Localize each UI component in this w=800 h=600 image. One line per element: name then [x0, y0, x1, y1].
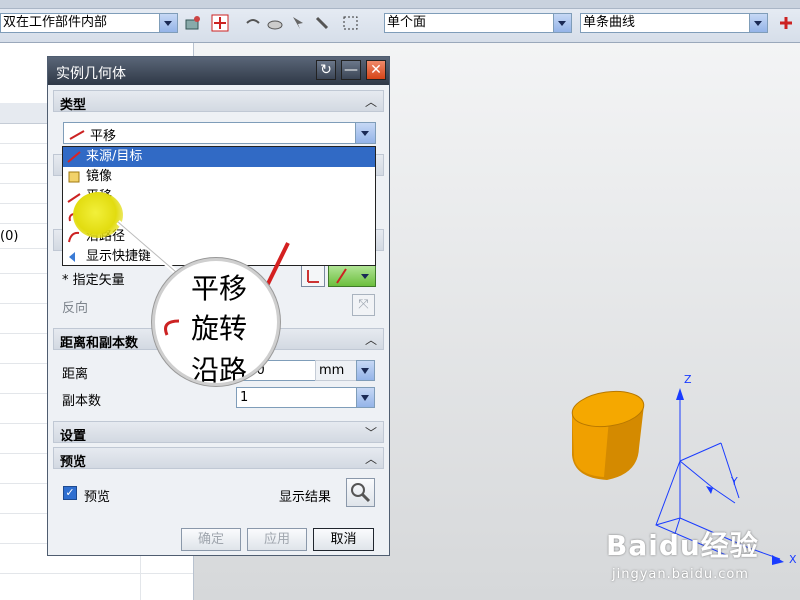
z-axis-label: Z: [684, 373, 692, 386]
x-axis-arrow: [772, 555, 784, 565]
section-preview-label: 预览: [60, 455, 87, 470]
list-item-label: 显示快捷键: [86, 249, 152, 264]
grid-row: [0, 573, 193, 574]
mirror-icon: [68, 171, 80, 183]
select-arrow-icon[interactable]: [290, 14, 308, 32]
cancel-button[interactable]: 取消: [313, 528, 374, 551]
chevron-down-icon[interactable]: ﹀: [363, 424, 379, 440]
list-item-label: 来源/目标: [86, 149, 143, 164]
vector-icon: [307, 270, 319, 283]
z-axis-arrow: [676, 388, 684, 400]
vector-inference-button[interactable]: [328, 264, 376, 287]
close-icon[interactable]: ✕: [366, 60, 386, 80]
type-combo-value: 平移: [90, 129, 117, 144]
magnifier-callout: 平移 旋转 沿路: [152, 258, 280, 386]
rectangle-select-icon[interactable]: [342, 14, 360, 32]
reverse-direction-button[interactable]: ⤧: [352, 294, 375, 316]
reverse-label: 反向: [62, 301, 89, 316]
show-result-button[interactable]: [346, 478, 375, 507]
rotate-icon: [164, 319, 180, 336]
navigator-cell-value: (0): [0, 229, 19, 244]
magnifier-line-2: 旋转: [191, 312, 248, 345]
chevron-down-icon[interactable]: [159, 14, 177, 32]
distance-unit[interactable]: mm: [315, 360, 357, 381]
apply-button[interactable]: 应用: [247, 528, 307, 551]
baidu-watermark: Baidu经验: [606, 529, 759, 562]
distance-label: 距离: [62, 367, 89, 382]
list-item-label: 镜像: [86, 169, 113, 184]
face-rule-combo[interactable]: 单个面: [384, 13, 572, 33]
copies-dropdown[interactable]: [356, 387, 375, 408]
reset-icon[interactable]: ↻: [316, 60, 336, 80]
path-icon: [68, 231, 80, 243]
specify-vector-label: * 指定矢量: [62, 273, 125, 288]
x-axis-label: X: [789, 553, 797, 566]
section-type[interactable]: 类型 ︿: [53, 90, 384, 113]
toolbar-top-strip: [0, 0, 800, 9]
dialog-title: 实例几何体: [56, 66, 126, 82]
y-axis-label: Y: [731, 475, 738, 488]
chevron-down-icon[interactable]: [355, 123, 375, 143]
list-item-source-target[interactable]: 来源/目标: [63, 147, 375, 167]
chevron-up-icon[interactable]: ︿: [363, 450, 379, 466]
section-distance-copies-label: 距离和副本数: [60, 336, 139, 351]
distance-dropdown[interactable]: [356, 360, 375, 381]
baidu-watermark-url: jingyan.baidu.com: [612, 567, 749, 582]
magnifier-line-1: 平移: [191, 272, 248, 305]
curve-rule-combo[interactable]: 单条曲线: [580, 13, 768, 33]
section-preview[interactable]: 预览 ︿: [53, 447, 384, 470]
list-item-mirror[interactable]: 镜像: [63, 167, 375, 187]
snap-settings-icon[interactable]: [184, 14, 202, 32]
collapse-icon[interactable]: —: [341, 60, 361, 80]
magnifier-icon: [351, 483, 371, 503]
shortcut-icon: [69, 252, 75, 262]
ok-button[interactable]: 确定: [181, 528, 241, 551]
type-combo[interactable]: 平移: [63, 122, 376, 144]
point-snap-icon[interactable]: [211, 14, 229, 32]
face-rule-value: 单个面: [387, 15, 427, 30]
stop-filter-icon[interactable]: [777, 14, 795, 32]
source-target-icon: [67, 151, 81, 163]
magnifier-line-3: 沿路: [191, 354, 248, 386]
cylinder-body: [571, 390, 645, 480]
section-type-label: 类型: [60, 98, 87, 113]
section-settings-label: 设置: [60, 429, 87, 444]
preview-checkbox[interactable]: ✓: [63, 486, 77, 500]
undo-icon[interactable]: [244, 14, 262, 32]
chevron-up-icon[interactable]: ︿: [363, 331, 379, 347]
preview-checkbox-label: 预览: [84, 490, 111, 505]
dialog-titlebar[interactable]: 实例几何体 ↻ — ✕: [48, 57, 389, 85]
chevron-down-icon[interactable]: [749, 14, 767, 32]
chevron-down-icon[interactable]: [553, 14, 571, 32]
copies-label: 副本数: [62, 394, 102, 409]
eraser-icon[interactable]: [266, 14, 284, 32]
copies-input[interactable]: 1: [236, 387, 357, 408]
show-result-label: 显示结果: [279, 490, 332, 505]
main-toolbar: 双在工作部件内部 单个面 单条曲线: [0, 0, 800, 43]
selection-filter-combo[interactable]: 双在工作部件内部: [0, 13, 178, 33]
inferred-vector-icon: [336, 268, 369, 284]
section-settings[interactable]: 设置 ﹀: [53, 421, 384, 444]
reverse-icon: ⤧: [358, 297, 369, 312]
chevron-up-icon[interactable]: ︿: [363, 93, 379, 109]
selection-filter-value: 双在工作部件内部: [3, 15, 108, 30]
translate-icon: [69, 130, 85, 140]
cursor-highlight: [73, 192, 123, 238]
vector-dialog-button[interactable]: [301, 264, 325, 287]
curve-rule-value: 单条曲线: [583, 15, 636, 30]
feature-icon[interactable]: [313, 14, 331, 32]
